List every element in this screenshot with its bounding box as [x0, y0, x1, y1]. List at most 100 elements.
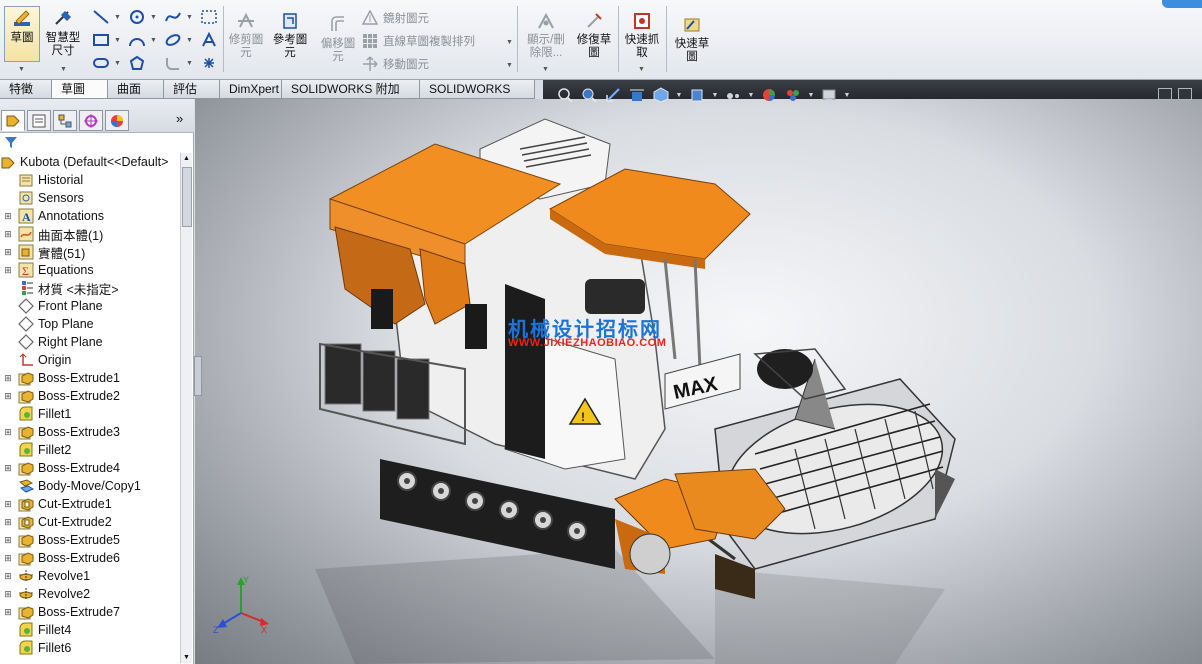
rectangle-caret[interactable]: ▼	[114, 37, 121, 44]
section-view-icon[interactable]	[628, 87, 646, 103]
dimxpert-manager-tab[interactable]	[79, 110, 103, 131]
tree-item[interactable]: ⊞ Boss-Extrude1	[0, 369, 180, 387]
expand-toggle-icon[interactable]: ⊞	[3, 265, 13, 275]
tab-sketch[interactable]: 草圖	[52, 80, 108, 99]
ellipse-caret[interactable]: ▼	[186, 37, 193, 44]
tree-item[interactable]: Sensors	[0, 189, 180, 207]
point-tool[interactable]	[198, 54, 220, 72]
tree-item[interactable]: ⊞ Boss-Extrude3	[0, 423, 180, 441]
filter-icon[interactable]	[4, 135, 18, 149]
spline-caret[interactable]: ▼	[186, 14, 193, 21]
tree-item[interactable]: Right Plane	[0, 333, 180, 351]
quick-snaps-caret[interactable]: ▼	[638, 66, 645, 73]
edit-appearance-icon[interactable]	[760, 87, 778, 103]
tree-item[interactable]: Historial	[0, 171, 180, 189]
tree-item[interactable]: ⊞ Cut-Extrude2	[0, 513, 180, 531]
tab-dimxpert[interactable]: DimXpert	[220, 80, 282, 99]
tree-item[interactable]: Fillet1	[0, 405, 180, 423]
tab-features[interactable]: 特徵	[0, 80, 52, 99]
expand-toggle-icon[interactable]: ⊞	[3, 211, 13, 221]
expand-toggle-icon[interactable]: ⊞	[3, 391, 13, 401]
sketch-text-tool[interactable]	[198, 31, 220, 49]
previous-view-icon[interactable]	[604, 87, 622, 103]
tree-item[interactable]: Fillet4	[0, 621, 180, 639]
smart-dimension-caret[interactable]: ▼	[60, 66, 67, 73]
expand-toggle-icon[interactable]: ⊞	[3, 229, 13, 239]
expand-toggle-icon[interactable]: ⊞	[3, 589, 13, 599]
move-entities-caret[interactable]: ▼	[506, 62, 513, 69]
view-orientation-icon[interactable]	[652, 87, 670, 103]
expand-toggle-icon[interactable]: ⊞	[3, 571, 13, 581]
arc-caret[interactable]: ▼	[150, 37, 157, 44]
expand-toggle-icon[interactable]: ⊞	[3, 553, 13, 563]
display-manager-tab[interactable]	[105, 110, 129, 131]
sketch-button-content[interactable]: 草圖	[6, 8, 38, 45]
relations-caret[interactable]: ▼	[542, 66, 549, 73]
trim-entities-button[interactable]: 修剪圖元	[226, 10, 266, 60]
tree-item[interactable]: ⊞ Σ Equations	[0, 261, 180, 279]
tree-item[interactable]: Fillet2	[0, 441, 180, 459]
tree-item[interactable]: ⊞ Revolve2	[0, 585, 180, 603]
tab-solidworks-mbd[interactable]: SOLIDWORKS MBD	[420, 80, 535, 114]
circle-caret[interactable]: ▼	[150, 14, 157, 21]
zoom-to-area-icon[interactable]	[580, 87, 598, 103]
property-manager-tab[interactable]	[27, 110, 51, 131]
restore-view-button[interactable]	[1158, 88, 1172, 100]
expand-toggle-icon[interactable]: ⊞	[3, 607, 13, 617]
construction-geometry-tool[interactable]	[198, 8, 220, 26]
display-style-icon[interactable]	[688, 87, 706, 103]
spline-tool[interactable]	[162, 8, 184, 26]
tree-item[interactable]: ⊞ A Annotations	[0, 207, 180, 225]
expand-toggle-icon[interactable]: ⊞	[3, 517, 13, 527]
view-orientation-caret[interactable]: ▼	[676, 87, 683, 103]
expand-toggle-icon[interactable]: ⊞	[3, 373, 13, 383]
quick-snaps-button[interactable]: 快速抓取	[622, 10, 662, 60]
tree-item[interactable]: ⊞ Revolve1	[0, 567, 180, 585]
linear-pattern-button[interactable]: 直線草圖複製排列	[362, 33, 475, 49]
line-tool[interactable]	[90, 8, 112, 26]
apply-scene-caret[interactable]: ▼	[808, 87, 815, 103]
scroll-up-arrow-icon[interactable]: ▲	[183, 155, 190, 162]
view-settings-icon[interactable]	[820, 87, 838, 103]
tree-item[interactable]: ⊞ Boss-Extrude6	[0, 549, 180, 567]
tree-item[interactable]: Front Plane	[0, 297, 180, 315]
panel-collapse-handle[interactable]	[194, 356, 202, 396]
rectangle-tool[interactable]	[90, 31, 112, 49]
expand-toggle-icon[interactable]: ⊞	[3, 427, 13, 437]
rapid-sketch-button[interactable]: 快速草圖	[670, 14, 714, 64]
circle-tool[interactable]	[126, 8, 148, 26]
fillet-sketch-caret[interactable]: ▼	[186, 60, 193, 67]
sketch-dropdown-caret[interactable]: ▼	[18, 66, 25, 73]
tab-solidworks-addins[interactable]: SOLIDWORKS 附加程式	[282, 80, 420, 114]
repair-sketch-button[interactable]: 修復草圖	[574, 10, 614, 60]
tree-item[interactable]: Body-Move/Copy1	[0, 477, 180, 495]
tree-item[interactable]: ⊞ Boss-Extrude7	[0, 603, 180, 621]
ellipse-tool[interactable]	[162, 31, 184, 49]
tree-item[interactable]: ⊞ 實體(51)	[0, 243, 180, 261]
apply-scene-icon[interactable]	[784, 87, 802, 103]
tree-item[interactable]: 材質 <未指定>	[0, 279, 180, 297]
zoom-to-fit-icon[interactable]	[556, 87, 574, 103]
tree-scrollbar[interactable]: ▲ ▼	[180, 153, 192, 663]
configuration-manager-tab[interactable]	[53, 110, 77, 131]
slot-caret[interactable]: ▼	[114, 60, 121, 67]
hide-show-caret[interactable]: ▼	[748, 87, 755, 103]
fillet-sketch-tool[interactable]	[162, 54, 184, 72]
offset-entities-button[interactable]: 偏移圖元	[318, 14, 358, 64]
mirror-entities-button[interactable]: 鏡射圖元	[362, 10, 429, 26]
tree-item[interactable]: Top Plane	[0, 315, 180, 333]
scrollbar-thumb[interactable]	[182, 167, 192, 227]
tab-surfaces[interactable]: 曲面	[108, 80, 164, 99]
hide-show-items-icon[interactable]	[724, 87, 742, 103]
line-caret[interactable]: ▼	[114, 14, 121, 21]
tree-item[interactable]: ⊞ 曲面本體(1)	[0, 225, 180, 243]
smart-dimension-button[interactable]: 智慧型尺寸	[44, 8, 82, 58]
display-delete-relations-button[interactable]: 顯示/刪除限...	[522, 10, 570, 60]
tree-item[interactable]: Fillet6	[0, 639, 180, 657]
expand-toggle-icon[interactable]: ⊞	[3, 463, 13, 473]
arc-tool[interactable]	[126, 31, 148, 49]
tree-item[interactable]: Origin	[0, 351, 180, 369]
tree-item[interactable]: ⊞ Cut-Extrude1	[0, 495, 180, 513]
graphics-area[interactable]: ! MAX 机械设计招标网 WWW.JIXIEZHAOBIAO.COM Y X …	[195, 99, 1202, 664]
linear-pattern-caret[interactable]: ▼	[506, 39, 513, 46]
